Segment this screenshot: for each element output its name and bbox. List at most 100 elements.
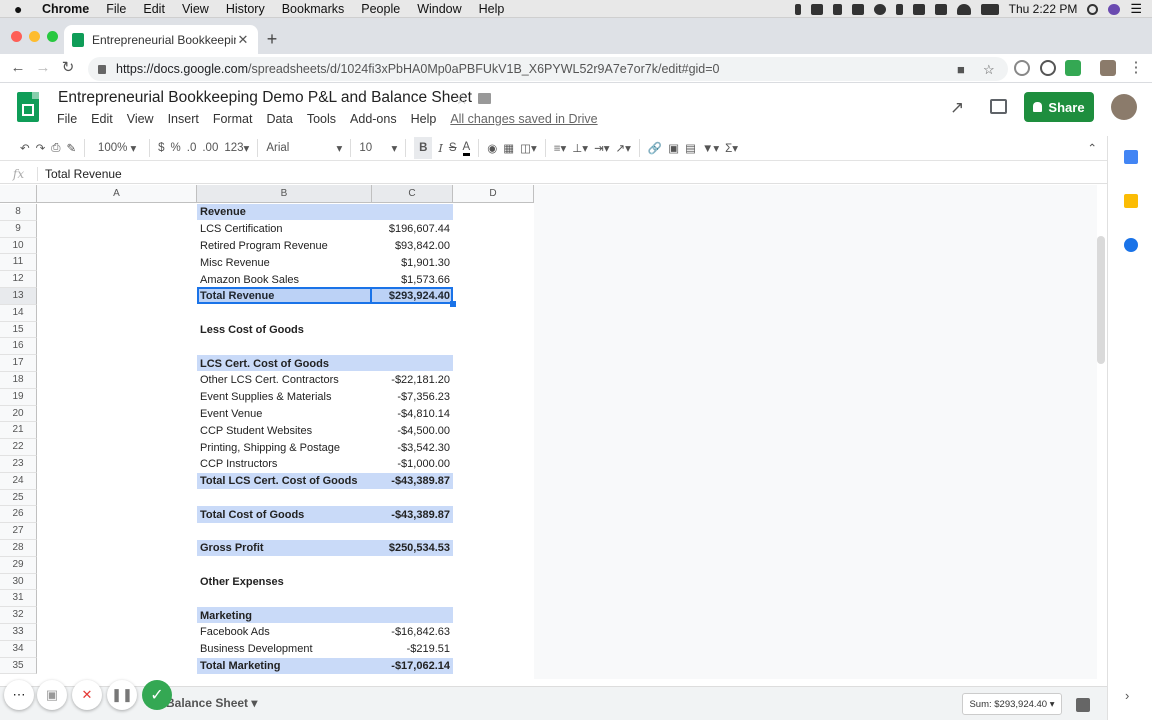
new-tab-icon[interactable]: + [264,29,280,50]
chrome-menu-icon[interactable]: ⋮ [1126,58,1146,78]
activity-trend-icon[interactable]: ↗ [950,98,964,118]
cell-c[interactable]: -$7,356.23 [372,389,450,406]
cell-c[interactable]: -$219.51 [372,641,450,658]
cell-b[interactable] [200,590,370,607]
fill-color-icon[interactable]: ◉ [487,137,497,159]
comments-icon[interactable] [990,99,1007,114]
more-formats-button[interactable]: 123 ▾ [224,137,249,159]
row-header[interactable]: 17 [0,355,37,372]
forward-icon[interactable]: → [33,58,53,78]
keep-icon[interactable] [1124,194,1138,208]
cell-b[interactable] [200,557,370,574]
plus-icon[interactable] [912,3,925,15]
app-menu[interactable]: Chrome [42,2,89,16]
cell-c[interactable] [372,590,450,607]
cell-b[interactable]: Event Venue [200,406,370,423]
row-header[interactable]: 23 [0,456,37,473]
profile-avatar-icon[interactable] [1100,60,1116,76]
mic-icon[interactable] [794,3,801,15]
cell-c[interactable]: $1,573.66 [372,271,450,288]
row-header[interactable]: 25 [0,489,37,507]
extension-1-icon[interactable] [1014,60,1030,76]
extension-2-icon[interactable] [1040,60,1056,76]
mac-menu-view[interactable]: View [182,2,209,16]
column-header-a[interactable]: A [37,185,197,203]
more-options-icon[interactable]: ⋯ [4,680,34,710]
sheet-tab-balance[interactable]: Balance Sheet ▾ [166,696,257,710]
row-header[interactable]: 34 [0,640,37,658]
row-header[interactable]: 26 [0,506,37,524]
insert-comment-icon[interactable]: ▣ [668,137,679,159]
cell-c[interactable]: -$22,181.20 [372,372,450,389]
wifi-icon[interactable] [956,3,971,15]
search-icon[interactable] [1087,3,1099,15]
siri-icon[interactable] [1108,3,1121,15]
text-wrap-icon[interactable]: ⇥▾ [594,137,609,159]
explore-icon[interactable] [1076,698,1090,712]
menu-addons[interactable]: Add-ons [350,112,397,126]
cell-c[interactable] [372,523,450,540]
cancel-recording-icon[interactable]: ✕ [72,680,102,710]
cell-b[interactable]: Less Cost of Goods [200,322,370,339]
mac-menu-people[interactable]: People [361,2,400,16]
cell-c[interactable]: -$17,062.14 [372,658,450,675]
column-header-c[interactable]: C [372,185,453,203]
apple-icon[interactable]: ● [14,2,28,16]
cell-b[interactable]: Amazon Book Sales [200,271,370,288]
cell-c[interactable] [372,490,450,507]
calendar-icon[interactable] [1124,150,1138,164]
row-header[interactable]: 14 [0,304,37,322]
formula-input[interactable]: Total Revenue [38,167,122,181]
row-header[interactable]: 28 [0,540,37,557]
menu-format[interactable]: Format [213,112,253,126]
row-header[interactable]: 8 [0,204,37,221]
row-header[interactable]: 31 [0,590,37,608]
account-avatar[interactable] [1111,94,1137,120]
vertical-scrollbar[interactable] [1097,236,1105,364]
cell-b[interactable]: Event Supplies & Materials [200,389,370,406]
row-header[interactable]: 30 [0,573,37,591]
cell-c[interactable] [372,305,450,322]
evernote-icon[interactable] [851,3,864,15]
paint-format-icon[interactable]: ✎ [66,137,76,159]
close-tab-icon[interactable]: ✕ [236,32,250,48]
cell-c[interactable] [372,322,450,339]
row-header[interactable]: 32 [0,607,37,624]
drop-icon[interactable] [832,3,842,15]
cell-c[interactable]: $1,901.30 [372,254,450,271]
cell-c[interactable] [372,204,450,221]
menu-help[interactable]: Help [411,112,437,126]
mac-menu-edit[interactable]: Edit [143,2,165,16]
browser-tab[interactable]: Entrepreneurial Bookkeeping D ✕ [64,25,258,54]
row-header[interactable]: 29 [0,556,37,574]
row-header[interactable]: 22 [0,439,37,456]
bold-icon[interactable]: B [414,137,433,159]
cell-c[interactable]: $93,842.00 [372,238,450,255]
cell-b[interactable] [200,490,370,507]
cell-b[interactable]: Business Development [200,641,370,658]
doc-title[interactable]: Entrepreneurial Bookkeeping Demo P&L and… [58,89,472,107]
row-header[interactable]: 11 [0,254,37,272]
vertical-align-icon[interactable]: ⊥▾ [572,137,588,159]
menu-edit[interactable]: Edit [91,112,113,126]
extension-3-icon[interactable] [1065,60,1081,76]
text-color-icon[interactable]: A [462,140,471,156]
cell-b[interactable]: Marketing [200,607,370,624]
lock-icon[interactable] [98,64,106,74]
cell-b[interactable]: Gross Profit [200,540,370,557]
back-icon[interactable]: ← [8,58,28,78]
omnibox[interactable]: https://docs.google.com/spreadsheets/d/1… [88,57,1008,81]
sheets-logo-icon[interactable] [17,92,39,122]
italic-icon[interactable]: I [438,137,443,159]
cell-c[interactable] [372,338,450,355]
menu-tools[interactable]: Tools [307,112,336,126]
cell-c[interactable]: -$43,389.87 [372,506,450,523]
row-header[interactable]: 9 [0,220,37,238]
row-header[interactable]: 27 [0,523,37,540]
battery-icon[interactable] [980,3,999,15]
row-header[interactable]: 16 [0,338,37,356]
row-header[interactable]: 18 [0,372,37,389]
cell-c[interactable]: -$4,810.14 [372,406,450,423]
cell-c[interactable] [372,355,450,372]
fill-handle[interactable] [450,301,456,307]
